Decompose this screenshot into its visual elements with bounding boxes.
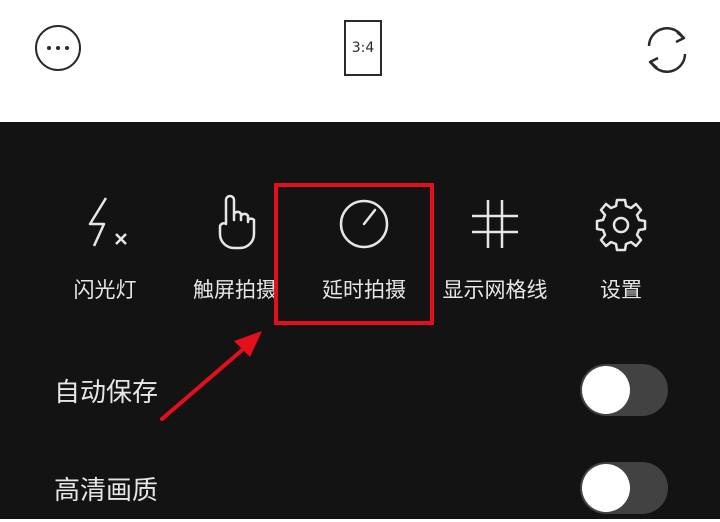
- hd-quality-label: 高清画质: [54, 476, 159, 506]
- more-options-button[interactable]: [35, 25, 81, 71]
- tool-flash[interactable]: 闪光灯: [50, 194, 160, 314]
- auto-save-label: 自动保存: [54, 378, 159, 408]
- setting-row-auto-save: 自动保存: [0, 354, 720, 424]
- tool-grid-label: 显示网格线: [442, 278, 548, 302]
- red-arrow-icon: [160, 331, 262, 421]
- gear-icon: [595, 198, 647, 252]
- tool-settings-label: 设置: [600, 278, 642, 302]
- setting-row-hd-quality: 高清画质: [0, 452, 720, 522]
- top-bar: 3:4: [0, 0, 720, 122]
- switch-camera-icon[interactable]: [641, 24, 693, 76]
- highlight-box: [274, 183, 434, 325]
- toggle-knob: [582, 366, 630, 414]
- tool-touch-shoot-label: 触屏拍摄: [193, 278, 277, 302]
- tool-grid[interactable]: 显示网格线: [440, 194, 550, 314]
- hd-quality-toggle[interactable]: [580, 462, 668, 514]
- flash-off-icon: [88, 197, 127, 247]
- more-dots-icon: [47, 46, 69, 50]
- tool-settings[interactable]: 设置: [566, 194, 676, 314]
- toggle-knob: [582, 464, 630, 512]
- aspect-ratio-button[interactable]: 3:4: [344, 20, 382, 76]
- auto-save-toggle[interactable]: [580, 364, 668, 416]
- grid-icon: [472, 200, 518, 248]
- touch-hand-icon: [218, 194, 256, 250]
- tool-flash-label: 闪光灯: [73, 278, 137, 302]
- aspect-ratio-label: 3:4: [351, 40, 375, 56]
